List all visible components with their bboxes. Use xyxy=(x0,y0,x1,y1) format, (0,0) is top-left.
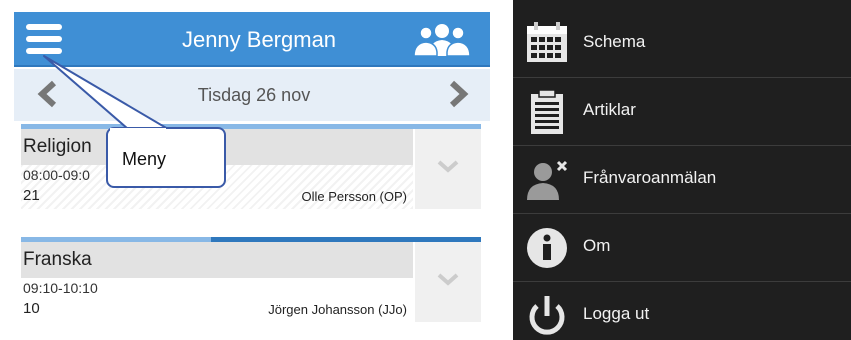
lesson-teacher: Olle Persson (OP) xyxy=(301,189,407,204)
menu-item-label: Om xyxy=(583,236,611,255)
chevron-down-icon xyxy=(437,273,459,286)
calendar-icon xyxy=(527,22,567,62)
callout-pointer-join xyxy=(110,128,166,132)
menu-item-schema[interactable]: Schema xyxy=(513,10,851,78)
power-icon xyxy=(529,296,565,335)
person-absence-icon xyxy=(527,160,568,200)
lesson-card[interactable]: Franska 09:10-10:10 10 Jörgen Johansson … xyxy=(21,237,481,327)
screenshot: Jenny Bergman Tisdag 26 nov Religion 08:… xyxy=(0,0,851,340)
side-menu: Schema Artiklar Frånvaroanmälan Om Logga… xyxy=(513,0,851,340)
lesson-teacher: Jörgen Johansson (JJo) xyxy=(268,302,407,317)
menu-item-om[interactable]: Om xyxy=(513,214,851,282)
lesson-room: 10 xyxy=(23,300,40,317)
users-icon[interactable] xyxy=(412,22,472,58)
chevron-down-icon xyxy=(437,160,459,173)
lesson-details: 09:10-10:10 10 Jörgen Johansson (JJo) xyxy=(21,278,413,322)
lesson-time: 09:10-10:10 xyxy=(23,280,98,296)
menu-item-logga-ut[interactable]: Logga ut xyxy=(513,282,851,340)
menu-item-label: Frånvaroanmälan xyxy=(583,168,717,187)
menu-item-label: Schema xyxy=(583,32,646,51)
lesson-expand-button[interactable] xyxy=(415,242,481,322)
menu-item-label: Artiklar xyxy=(583,100,636,119)
lesson-expand-button[interactable] xyxy=(415,129,481,209)
menu-item-label: Logga ut xyxy=(583,304,650,323)
lesson-subject: Franska xyxy=(21,242,413,278)
clipboard-icon xyxy=(531,90,563,134)
menu-item-franvaroanmalan[interactable]: Frånvaroanmälan xyxy=(513,146,851,214)
next-day-chevron-icon[interactable] xyxy=(442,79,472,109)
info-icon xyxy=(527,228,567,268)
menu-item-artiklar[interactable]: Artiklar xyxy=(513,78,851,146)
